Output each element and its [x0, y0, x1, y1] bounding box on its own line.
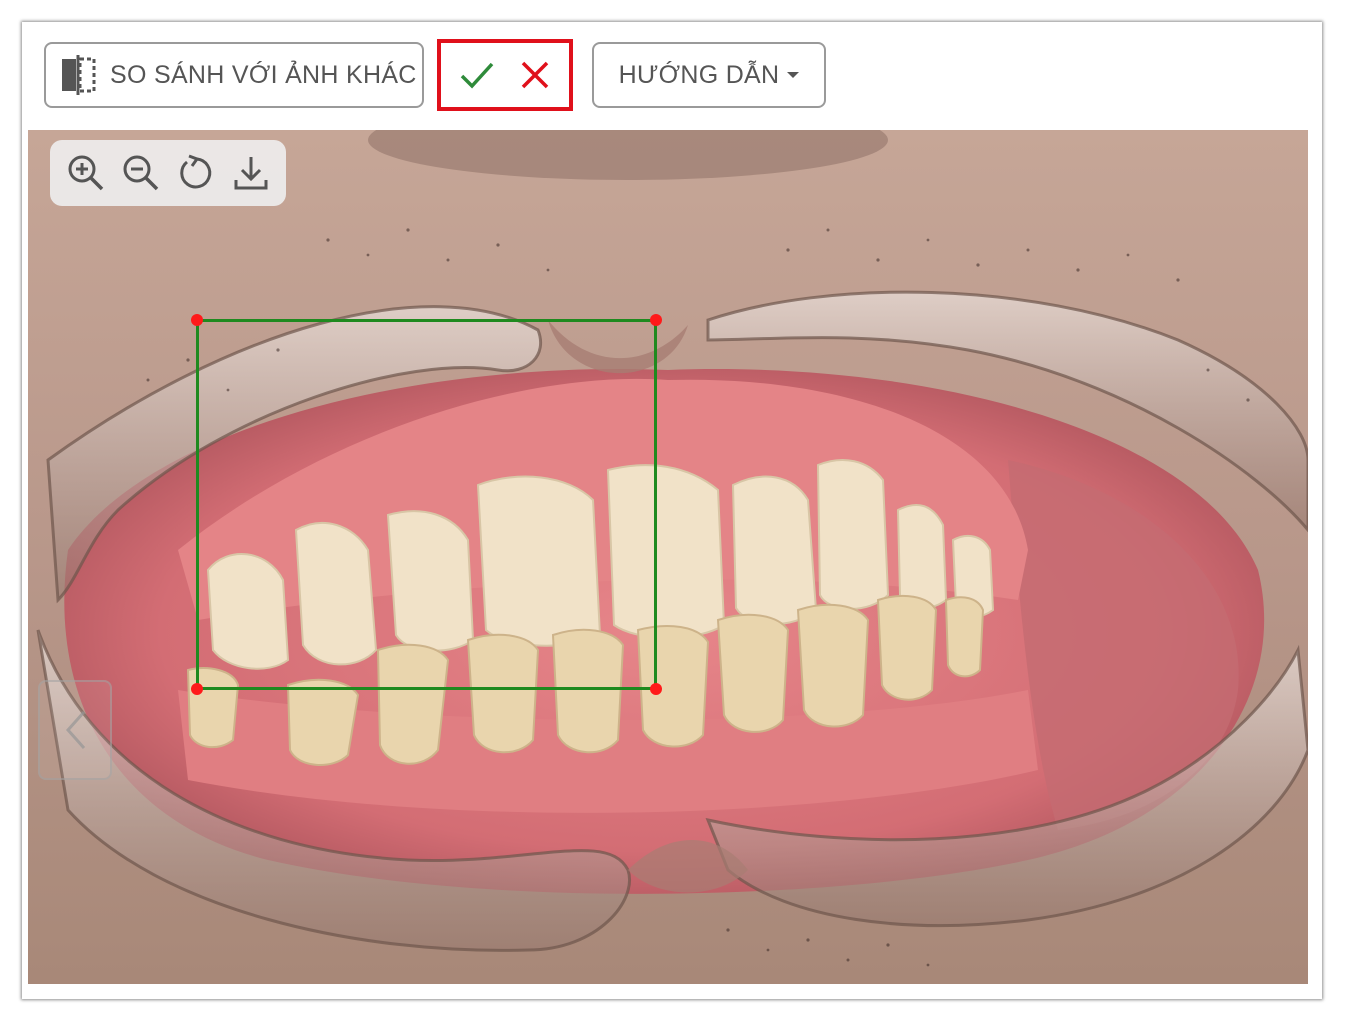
rotate-icon[interactable] [175, 152, 217, 194]
image-viewer[interactable] [28, 130, 1308, 984]
zoom-toolbar [50, 140, 286, 206]
previous-image-button[interactable] [38, 680, 112, 780]
toolbar: SO SÁNH VỚI ẢNH KHÁC HƯỚNG DẪN [22, 22, 1322, 128]
selection-box[interactable] [191, 314, 662, 695]
caret-down-icon [787, 72, 800, 78]
close-icon[interactable] [515, 55, 555, 95]
confirm-cancel-group [437, 39, 573, 111]
compare-button[interactable]: SO SÁNH VỚI ẢNH KHÁC [44, 42, 424, 108]
image-review-panel: SO SÁNH VỚI ẢNH KHÁC HƯỚNG DẪN [22, 22, 1322, 999]
zoom-in-icon[interactable] [65, 152, 107, 194]
chevron-left-icon [65, 711, 86, 749]
resize-handle-bottom-right[interactable] [650, 683, 662, 695]
zoom-out-icon[interactable] [120, 152, 162, 194]
compare-label: SO SÁNH VỚI ẢNH KHÁC [110, 60, 417, 89]
resize-handle-top-right[interactable] [650, 314, 662, 326]
compare-icon [58, 52, 100, 98]
check-icon[interactable] [457, 55, 497, 95]
guide-dropdown-button[interactable]: HƯỚNG DẪN [592, 42, 826, 108]
download-icon[interactable] [230, 152, 272, 194]
resize-handle-bottom-left[interactable] [191, 683, 203, 695]
resize-handle-top-left[interactable] [191, 314, 203, 326]
guide-label: HƯỚNG DẪN [618, 60, 780, 89]
